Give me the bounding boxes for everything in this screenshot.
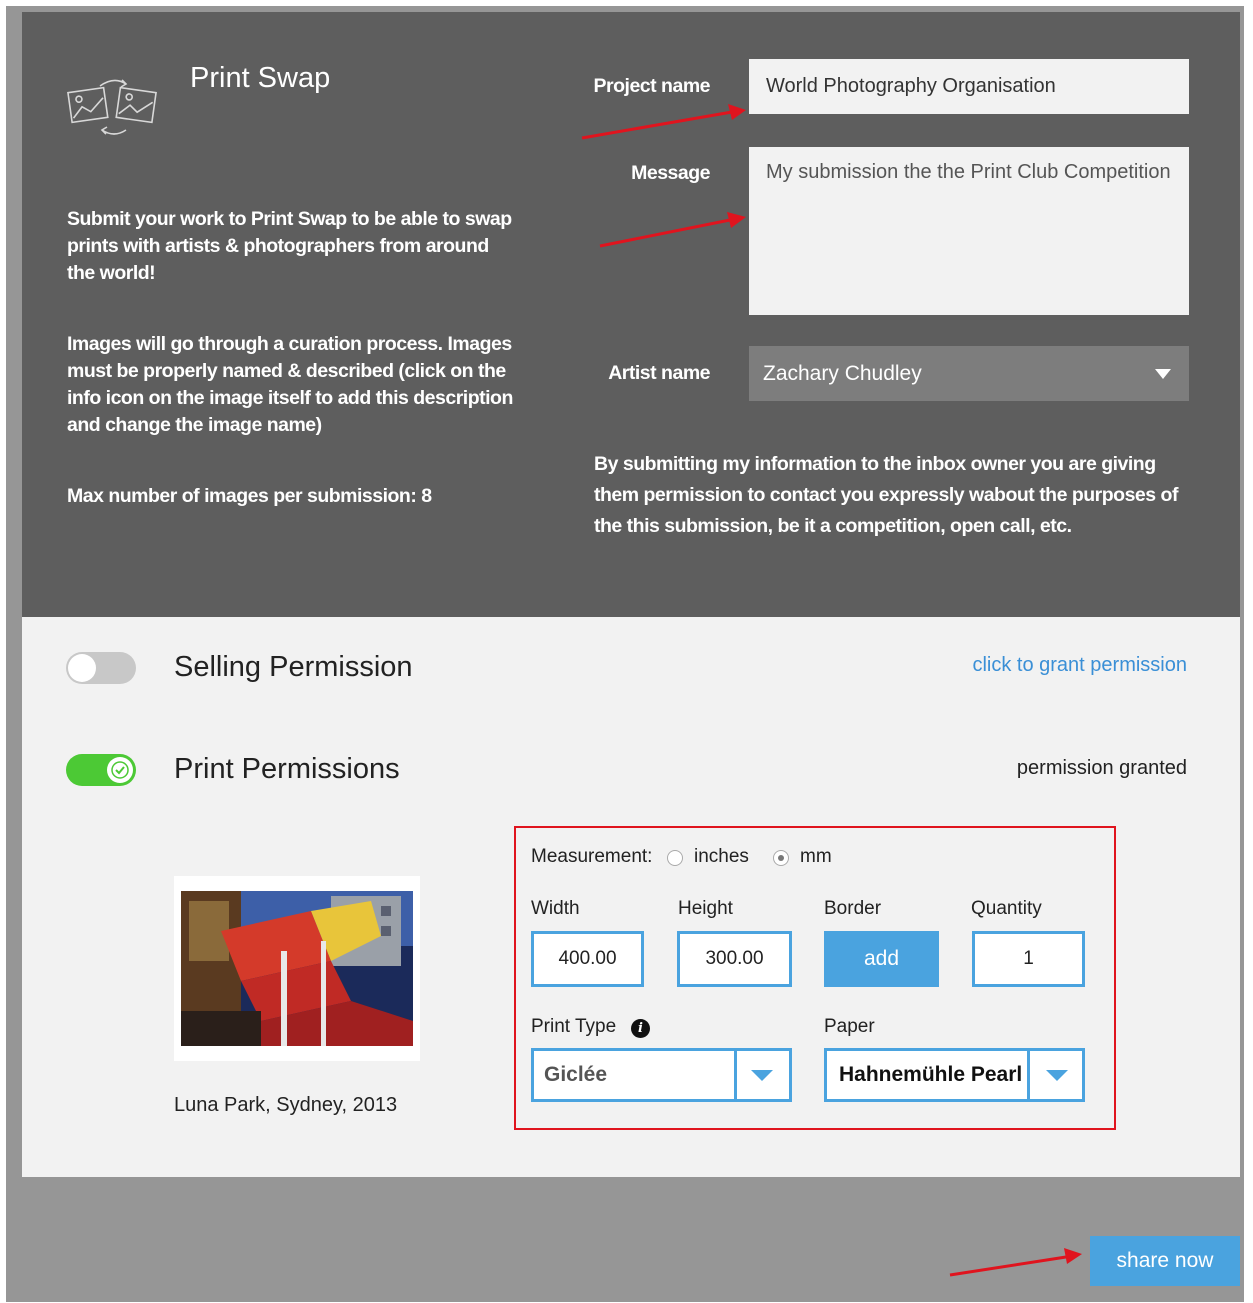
select-divider <box>734 1051 737 1099</box>
project-name-label: Project name <box>593 75 711 97</box>
message-textarea[interactable]: My submission the the Print Club Competi… <box>749 147 1189 315</box>
artist-name-value: Zachary Chudley <box>763 362 922 385</box>
image-caption: Luna Park, Sydney, 2013 <box>174 1094 398 1116</box>
luna-park-photo <box>181 891 413 1046</box>
paper-select[interactable]: Hahnemühle Pearl <box>824 1048 1085 1102</box>
border-label: Border <box>824 898 882 919</box>
project-name-input[interactable]: World Photography Organisation <box>749 59 1189 114</box>
annotation-arrow-message <box>599 212 746 248</box>
measurement-label: Measurement: <box>531 846 653 867</box>
selling-permission-title: Selling Permission <box>174 651 413 683</box>
annotation-arrow-share <box>949 1248 1082 1277</box>
message-label: Message <box>631 162 710 184</box>
share-now-button[interactable]: share now <box>1090 1236 1240 1286</box>
add-border-button[interactable]: add <box>824 931 939 987</box>
quantity-input[interactable]: 1 <box>972 931 1085 987</box>
mm-radio[interactable] <box>773 850 789 866</box>
height-label: Height <box>678 898 733 919</box>
annotation-arrow-project <box>581 104 746 140</box>
checkmark-icon <box>111 761 129 779</box>
info-icon[interactable]: i <box>631 1019 650 1038</box>
image-thumbnail[interactable] <box>174 876 420 1061</box>
consent-text: By submitting my information to the inbo… <box>594 453 1178 537</box>
permission-granted-status: permission granted <box>1016 757 1187 779</box>
artist-name-select[interactable]: Zachary Chudley <box>749 346 1189 401</box>
mm-label: mm <box>800 846 832 867</box>
width-input[interactable]: 400.00 <box>531 931 644 987</box>
toggle-knob <box>68 654 96 682</box>
print-type-value: Giclée <box>544 1063 608 1086</box>
print-permission-toggle[interactable] <box>66 754 136 786</box>
intro-paragraph: Submit your work to Print Swap to be abl… <box>67 208 512 284</box>
grant-permission-link[interactable]: click to grant permission <box>972 654 1187 677</box>
paper-label: Paper <box>824 1016 875 1037</box>
print-permission-title: Print Permissions <box>174 753 400 785</box>
app-title: Print Swap <box>190 62 331 94</box>
inches-radio[interactable] <box>667 850 683 866</box>
height-input[interactable]: 300.00 <box>677 931 792 987</box>
print-type-label: Print Type <box>531 1016 617 1037</box>
max-images-note: Max number of images per submission: 8 <box>67 485 432 507</box>
caret-down-icon <box>1046 1070 1068 1081</box>
inches-label: inches <box>694 846 749 867</box>
paper-value: Hahnemühle Pearl <box>839 1063 1023 1086</box>
width-label: Width <box>531 898 580 919</box>
print-swap-logo-icon <box>67 79 157 135</box>
caret-down-icon <box>751 1070 773 1081</box>
selling-permission-toggle[interactable] <box>66 652 136 684</box>
toggle-knob <box>107 757 133 783</box>
artist-name-label: Artist name <box>608 362 710 384</box>
quantity-label: Quantity <box>971 898 1042 919</box>
select-divider <box>1027 1051 1030 1099</box>
caret-down-icon <box>1155 369 1171 379</box>
curation-paragraph: Images will go through a curation proces… <box>67 333 513 436</box>
print-type-select[interactable]: Giclée <box>531 1048 792 1102</box>
